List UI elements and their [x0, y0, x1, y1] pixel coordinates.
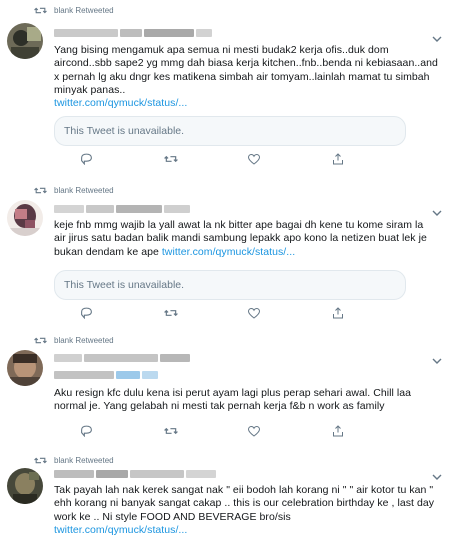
- retweet-icon: [34, 186, 50, 195]
- share-button[interactable]: [332, 153, 416, 165]
- tweet-text: keje fnb mmg wajib la yall awat la nk bi…: [54, 219, 427, 258]
- quoted-tweet-unavailable: This Tweet is unavailable.: [54, 116, 406, 146]
- tweet-text: Tak payah lah nak kerek sangat nak " eii…: [54, 484, 435, 536]
- chevron-down-icon[interactable]: [432, 352, 442, 364]
- author-name[interactable]: [54, 201, 190, 217]
- tweet[interactable]: blank Retweeted Yang bising mengamuk apa…: [0, 0, 450, 175]
- avatar[interactable]: [7, 468, 43, 504]
- tweet-actions: [80, 153, 416, 165]
- tweet-link[interactable]: twitter.com/qymuck/status/...: [162, 246, 295, 258]
- author-name[interactable]: [54, 466, 216, 482]
- quoted-tweet-unavailable: This Tweet is unavailable.: [54, 270, 406, 300]
- tweet-text: Yang bising mengamuk apa semua ni mesti …: [54, 44, 438, 110]
- like-button[interactable]: [248, 307, 332, 319]
- social-context: blank Retweeted: [34, 454, 114, 466]
- social-context: blank Retweeted: [34, 4, 114, 16]
- retweet-icon: [164, 427, 178, 435]
- tweet-actions: [80, 307, 416, 319]
- avatar[interactable]: [7, 350, 43, 386]
- timeline-feed: blank Retweeted Yang bising mengamuk apa…: [0, 0, 450, 556]
- avatar[interactable]: [7, 200, 43, 236]
- chevron-down-icon[interactable]: [432, 468, 442, 480]
- tweet[interactable]: blank Retweeted keje fnb mmg wajib la ya…: [0, 174, 450, 327]
- retweet-icon: [34, 456, 50, 465]
- chevron-down-icon[interactable]: [432, 204, 442, 216]
- reply-icon: [81, 425, 92, 437]
- retweet-icon: [34, 6, 50, 15]
- social-context-label: blank Retweeted: [54, 5, 114, 15]
- social-context: blank Retweeted: [34, 334, 114, 346]
- chevron-down-icon[interactable]: [432, 30, 442, 42]
- share-icon: [333, 153, 343, 165]
- reply-icon: [81, 153, 92, 165]
- share-button[interactable]: [332, 307, 416, 319]
- like-button[interactable]: [248, 153, 332, 165]
- tweet-actions: [80, 425, 416, 437]
- retweet-button[interactable]: [164, 426, 248, 436]
- author-name[interactable]: [54, 25, 212, 41]
- share-icon: [333, 307, 343, 319]
- reply-button[interactable]: [80, 307, 164, 319]
- avatar[interactable]: [7, 23, 43, 59]
- reply-icon: [81, 307, 92, 319]
- tweet-link[interactable]: twitter.com/qymuck/status/...: [54, 97, 187, 109]
- tweet-text: Aku resign kfc dulu kena isi perut ayam …: [54, 387, 411, 413]
- retweet-button[interactable]: [164, 154, 248, 164]
- author-name[interactable]: [54, 350, 190, 366]
- tweet[interactable]: blank Retweeted Aku resign kfc dulu kena…: [0, 326, 450, 447]
- author-handle[interactable]: [54, 367, 158, 383]
- social-context-label: blank Retweeted: [54, 335, 114, 345]
- share-button[interactable]: [332, 425, 416, 437]
- share-icon: [333, 425, 343, 437]
- social-context-label: blank Retweeted: [54, 455, 114, 465]
- reply-button[interactable]: [80, 425, 164, 437]
- retweet-button[interactable]: [164, 308, 248, 318]
- social-context: blank Retweeted: [34, 184, 114, 196]
- heart-icon: [248, 307, 260, 319]
- retweet-icon: [164, 309, 178, 317]
- heart-icon: [248, 425, 260, 437]
- like-button[interactable]: [248, 425, 332, 437]
- retweet-icon: [164, 155, 178, 163]
- heart-icon: [248, 153, 260, 165]
- retweet-icon: [34, 336, 50, 345]
- social-context-label: blank Retweeted: [54, 185, 114, 195]
- tweet-link[interactable]: twitter.com/qymuck/status/...: [54, 524, 187, 536]
- reply-button[interactable]: [80, 153, 164, 165]
